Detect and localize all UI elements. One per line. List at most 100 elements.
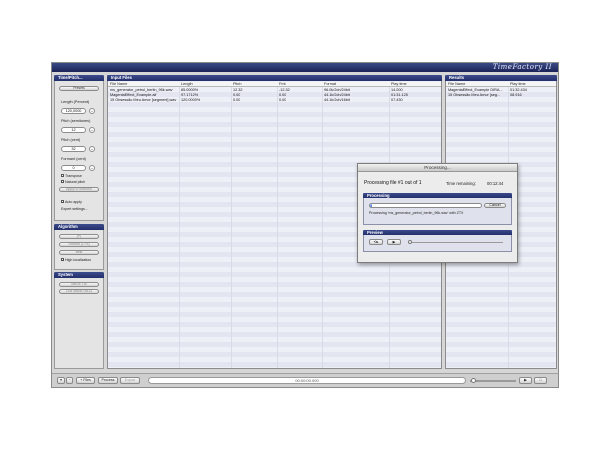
pitch-cent-field[interactable]: 32 <box>61 146 86 152</box>
expert-settings-link[interactable]: Expert settings... <box>61 207 88 211</box>
auto-apply-checkbox[interactable]: ✓Auto apply <box>61 200 82 204</box>
cell-play-time: 07.430 <box>391 98 403 102</box>
system-section: System MBDE Lib CBz MBMD 8814 <box>54 272 104 369</box>
algorithm-option-1[interactable]: (P) <box>59 234 99 239</box>
play-button[interactable]: ▶ <box>519 377 532 384</box>
natural-pitch-label: Natural pitch <box>65 180 86 184</box>
col-file-name[interactable]: File Name <box>110 82 127 87</box>
length-field[interactable]: 120,0000 <box>61 108 86 114</box>
column-divider <box>231 87 232 368</box>
checkbox-icon <box>61 174 64 178</box>
cell-file-name: 15 Obsessão Meu Amor [seg... <box>448 93 501 97</box>
progress-bar <box>369 203 482 208</box>
add-files-button[interactable]: + Files <box>76 377 95 384</box>
transpose-checkbox[interactable]: Transpose <box>61 174 82 178</box>
auto-apply-label: Auto apply <box>65 200 82 204</box>
processing-message: Processing 'ms_generator_petrol_berlin_9… <box>369 211 464 215</box>
natural-pitch-checkbox[interactable]: Natural pitch <box>61 180 85 184</box>
input-files-table-header: File Name Length Pitch Fmt Format Play t… <box>108 82 441 87</box>
input-files-header: Input Files <box>107 75 442 81</box>
time-remaining-label: Time remaining: <box>446 181 476 186</box>
processing-status: Processing file #1 out of 1 <box>364 180 422 186</box>
column-divider <box>277 87 278 368</box>
cell-format: 44.1k/2ch/16bit <box>324 98 350 102</box>
col-pitch[interactable]: Pitch <box>233 82 241 87</box>
table-row[interactable]: 15 Obsessão Meu Amor [segment].wav 120.0… <box>108 98 441 103</box>
table-row[interactable]: 15 Obsessão Meu Amor [seg... 08.916 <box>446 93 556 98</box>
formant-label: Formant (cent) <box>61 157 86 161</box>
processing-dialog: Processing... Processing file #1 out of … <box>357 163 518 263</box>
algorithm-option-3[interactable]: Best <box>59 250 99 255</box>
cell-file-name: 15 Obsessão Meu Amor [segment].wav <box>110 98 177 102</box>
time-pitch-section: Time/Pitch... Presets Length (Percent) 1… <box>54 75 104 221</box>
high-localization-checkbox[interactable]: ✓High localization <box>61 258 91 262</box>
pitch-cent-label: Pitch (cent) <box>61 138 81 142</box>
column-divider <box>179 87 180 368</box>
preview-section: Preview ⟲▸ ▶ <box>363 230 512 252</box>
stop-button[interactable]: □ <box>534 377 547 384</box>
col-length[interactable]: Length <box>181 82 193 87</box>
time-remaining-value: 00:12:44 <box>487 181 504 186</box>
time-display: 00:00:00.000 <box>148 377 466 384</box>
chevron-down-icon: ▾ <box>60 378 62 382</box>
high-localization-label: High localization <box>65 258 92 262</box>
play-icon: ▶ <box>392 240 396 244</box>
system-header: System <box>54 272 104 278</box>
formant-field[interactable]: 0 <box>61 165 86 171</box>
algorithm-section: Algorithm (P) Smooth (C+4) Best ✓High lo… <box>54 224 104 270</box>
algorithm-option-2[interactable]: Smooth (C+4) <box>59 242 99 247</box>
preview-slider-handle[interactable] <box>408 240 412 244</box>
play-icon: ▶ <box>524 378 527 382</box>
algorithm-header: Algorithm <box>54 224 104 230</box>
process-button[interactable]: Process <box>98 377 118 384</box>
col-fmt[interactable]: Fmt <box>279 82 286 87</box>
presets-popup[interactable]: Presets <box>59 86 99 91</box>
pitch-cent-reset-button[interactable]: – <box>89 146 95 152</box>
formant-reset-button[interactable]: – <box>89 165 95 171</box>
results-table-header: File Name Play time <box>446 82 556 87</box>
processing-section-header: Processing <box>363 193 512 198</box>
col-play-time[interactable]: Play time <box>510 82 526 87</box>
cell-length: 120.0000% <box>181 98 201 102</box>
col-play-time[interactable]: Play time <box>391 82 407 87</box>
system-option-1[interactable]: MBDE Lib <box>59 282 99 287</box>
preview-slider-track[interactable] <box>408 241 503 243</box>
results-header: Results <box>445 75 557 81</box>
remove-button[interactable]: − <box>66 377 73 384</box>
pitch-semitones-field[interactable]: 12 <box>61 127 86 133</box>
progress-fill <box>370 204 373 207</box>
cell-play-time: 08.916 <box>510 93 522 97</box>
processing-section: Processing Cancel Processing 'ms_generat… <box>363 193 512 225</box>
dialog-title: Processing... <box>358 164 517 172</box>
col-file-name[interactable]: File Name <box>448 82 465 87</box>
time-pitch-header: Time/Pitch... <box>54 75 104 81</box>
cell-pitch: 0.00 <box>233 98 241 102</box>
preview-section-header: Preview <box>363 230 512 235</box>
expert-settings-label: Expert settings... <box>61 207 88 211</box>
checkbox-icon <box>61 180 64 184</box>
app-title: TimeFactory II <box>492 63 552 71</box>
position-slider-track[interactable] <box>470 380 516 382</box>
play-preview-button[interactable]: ▶ <box>387 239 401 245</box>
length-reset-button[interactable]: – <box>89 108 95 114</box>
position-slider-handle[interactable] <box>471 378 476 383</box>
export-button[interactable]: Export <box>120 377 140 384</box>
cancel-button[interactable]: Cancel <box>484 203 506 208</box>
loop-icon: ⟲▸ <box>373 240 379 244</box>
system-option-2[interactable]: CBz MBMD 8814 <box>59 289 99 294</box>
stop-icon: □ <box>539 378 542 382</box>
cell-fmt: 0.00 <box>279 98 287 102</box>
menu-button[interactable]: ▾ <box>57 377 65 384</box>
minus-icon: − <box>68 378 71 382</box>
pitch-semitones-reset-button[interactable]: – <box>89 127 95 133</box>
checkmark-icon: ✓ <box>61 200 65 205</box>
loop-preview-button[interactable]: ⟲▸ <box>369 239 383 245</box>
checkmark-icon: ✓ <box>61 258 65 263</box>
bottom-toolbar: ▾ − + Files Process Export 00:00:00.000 … <box>52 373 558 387</box>
length-label: Length (Percent) <box>61 100 90 104</box>
pitch-semitones-label: Pitch (semitones) <box>61 119 91 123</box>
column-divider <box>322 87 323 368</box>
col-format[interactable]: Format <box>324 82 336 87</box>
apply-to-selected-button[interactable]: Apply to selected <box>59 187 99 192</box>
title-bar: TimeFactory II <box>52 63 558 72</box>
